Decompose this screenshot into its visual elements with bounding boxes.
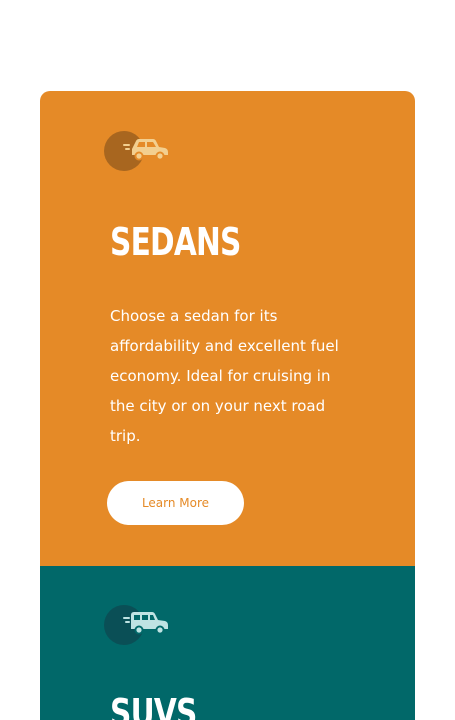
car-icon-graphic [123, 139, 168, 161]
suv-icon [104, 604, 170, 646]
suv-icon-graphic [123, 612, 168, 635]
car-icon [104, 130, 170, 172]
card-title: SUVS [110, 691, 197, 720]
card-title: SEDANS [110, 220, 241, 264]
suvs-card: SUVS [40, 566, 415, 720]
sedans-card: SEDANS Choose a sedan for its affordabil… [40, 91, 415, 566]
card-description: Choose a sedan for its affordability and… [110, 307, 339, 445]
learn-more-button[interactable]: Learn More [107, 481, 244, 525]
